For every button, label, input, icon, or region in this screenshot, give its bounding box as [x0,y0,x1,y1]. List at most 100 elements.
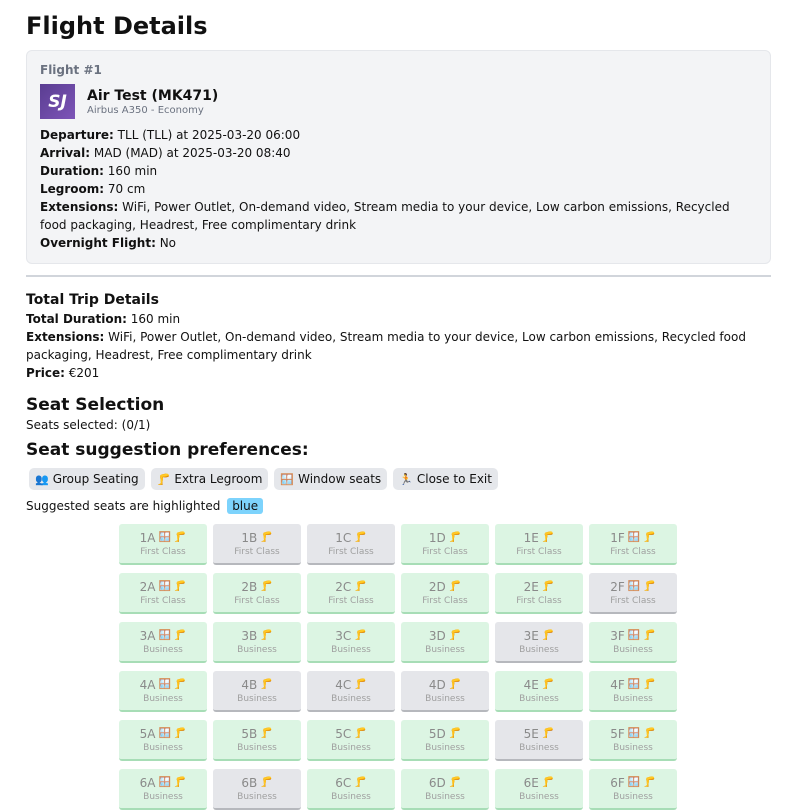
seat-class: Business [613,644,653,655]
seat-4c[interactable]: 4C 🦵 Business [307,671,395,712]
window-icon: 🪟 [158,580,171,592]
trip-details: Total Duration: 160 min Extensions: WiFi… [26,310,771,382]
seat-4e[interactable]: 4E 🦵 Business [495,671,583,712]
pref-close-to-exit-button[interactable]: 🏃 Close to Exit [393,468,498,490]
seat-number: 2C [335,579,352,594]
seat-6e[interactable]: 6E 🦵 Business [495,769,583,810]
seat-2a[interactable]: 2A 🪟 🦵 First Class [119,573,207,614]
seat-6d[interactable]: 6D 🦵 Business [401,769,489,810]
seat-3b[interactable]: 3B 🦵 Business [213,622,301,663]
flight-detail-departure: Departure: TLL (TLL) at 2025-03-20 06:00 [40,126,757,144]
seat-class: Business [143,693,183,704]
seat-number: 6F [610,775,625,790]
seat-number: 6D [428,775,446,790]
seat-label: 4D 🦵 [429,677,461,693]
seat-label: 4F 🪟 🦵 [610,677,655,693]
seat-4b[interactable]: 4B 🦵 Business [213,671,301,712]
seat-6c[interactable]: 6C 🦵 Business [307,769,395,810]
seat-1c[interactable]: 1C 🦵 First Class [307,524,395,565]
window-icon: 🪟 [280,472,295,486]
seat-2c[interactable]: 2C 🦵 First Class [307,573,395,614]
seat-class: Business [425,791,465,802]
seat-label: 2C 🦵 [335,579,366,595]
window-icon: 🪟 [627,531,641,543]
seat-3c[interactable]: 3C 🦵 Business [307,622,395,663]
detail-label: Duration: [40,164,104,178]
seat-2b[interactable]: 2B 🦵 First Class [213,573,301,614]
seat-4f[interactable]: 4F 🪟 🦵 Business [589,671,677,712]
seat-6a[interactable]: 6A 🪟 🦵 Business [119,769,207,810]
legroom-icon: 🦵 [260,580,273,592]
trip-details-title: Total Trip Details [26,292,159,308]
seat-3d[interactable]: 3D 🦵 Business [401,622,489,663]
window-icon: 🪟 [627,629,641,641]
seat-map: 1A 🪟 🦵 First Class 1B 🦵 First Class 1C 🦵 First Cl… [119,524,800,810]
window-icon: 🪟 [627,727,641,739]
pref-window-seats-button[interactable]: 🪟 Window seats [274,468,388,490]
detail-value: WiFi, Power Outlet, On-demand video, Str… [26,330,746,362]
seat-4a[interactable]: 4A 🪟 🦵 Business [119,671,207,712]
seat-2d[interactable]: 2D 🦵 First Class [401,573,489,614]
seat-5e[interactable]: 5E 🦵 Business [495,720,583,761]
divider [26,275,771,277]
seat-label: 3E 🦵 [524,628,555,644]
seat-number: 6A [139,775,156,790]
airline-name: Air Test (MK471) [87,88,219,104]
seat-number: 5D [428,726,446,741]
pref-extra-legroom-button[interactable]: 🦵 Extra Legroom [150,468,269,490]
legroom-icon: 🦵 [448,678,462,690]
seat-number: 4E [523,677,539,692]
seat-class: First Class [516,595,562,606]
seat-preferences-title: Seat suggestion preferences: [26,440,309,460]
legroom-icon: 🦵 [354,678,367,690]
legroom-icon: 🦵 [173,776,187,788]
seat-1b[interactable]: 1B 🦵 First Class [213,524,301,565]
detail-label: Extensions: [40,200,119,214]
seat-2f[interactable]: 2F 🪟 🦵 First Class [589,573,677,614]
seats-selected-count: Seats selected: (0/1) [26,418,151,432]
seat-5c[interactable]: 5C 🦵 Business [307,720,395,761]
detail-value: 160 min [130,312,181,326]
detail-value: TLL (TLL) at 2025-03-20 06:00 [117,128,301,142]
seat-5a[interactable]: 5A 🪟 🦵 Business [119,720,207,761]
legroom-icon: 🦵 [643,580,656,592]
seat-3e[interactable]: 3E 🦵 Business [495,622,583,663]
detail-value: 160 min [107,164,158,178]
seat-label: 2E 🦵 [524,579,555,595]
pref-group-seating-button[interactable]: 👥 Group Seating [29,468,145,490]
legroom-icon: 🦵 [541,531,555,543]
seat-number: 1C [335,530,352,545]
seat-number: 3B [241,628,258,643]
airline-row: SJ Air Test (MK471) Airbus A350 - Econom… [40,84,757,119]
seat-label: 1F 🪟 🦵 [610,530,655,546]
legroom-icon: 🦵 [260,727,273,739]
window-icon: 🪟 [627,678,641,690]
flight-detail-legroom: Legroom: 70 cm [40,180,757,198]
detail-value: No [159,236,177,250]
seat-number: 6C [335,775,352,790]
seat-5d[interactable]: 5D 🦵 Business [401,720,489,761]
legroom-icon: 🦵 [541,580,555,592]
seat-class: First Class [328,546,374,557]
seat-2e[interactable]: 2E 🦵 First Class [495,573,583,614]
seat-1a[interactable]: 1A 🪟 🦵 First Class [119,524,207,565]
seat-number: 6B [241,775,258,790]
seat-5b[interactable]: 5B 🦵 Business [213,720,301,761]
seat-6f[interactable]: 6F 🪟 🦵 Business [589,769,677,810]
seat-3a[interactable]: 3A 🪟 🦵 Business [119,622,207,663]
seat-6b[interactable]: 6B 🦵 Business [213,769,301,810]
seat-1d[interactable]: 1D 🦵 First Class [401,524,489,565]
seat-number: 3E [523,628,539,643]
seat-selection-title: Seat Selection [26,395,165,415]
seat-3f[interactable]: 3F 🪟 🦵 Business [589,622,677,663]
seat-5f[interactable]: 5F 🪟 🦵 Business [589,720,677,761]
seat-number: 5F [610,726,625,741]
seat-class: Business [237,644,277,655]
seat-1f[interactable]: 1F 🪟 🦵 First Class [589,524,677,565]
legroom-icon: 🦵 [643,727,656,739]
airline-info: Air Test (MK471) Airbus A350 - Economy [87,87,218,116]
seat-class: Business [613,791,653,802]
seat-4d[interactable]: 4D 🦵 Business [401,671,489,712]
seat-1e[interactable]: 1E 🦵 First Class [495,524,583,565]
page: Flight Details Flight #1 SJ Air Test (MK… [26,10,771,810]
